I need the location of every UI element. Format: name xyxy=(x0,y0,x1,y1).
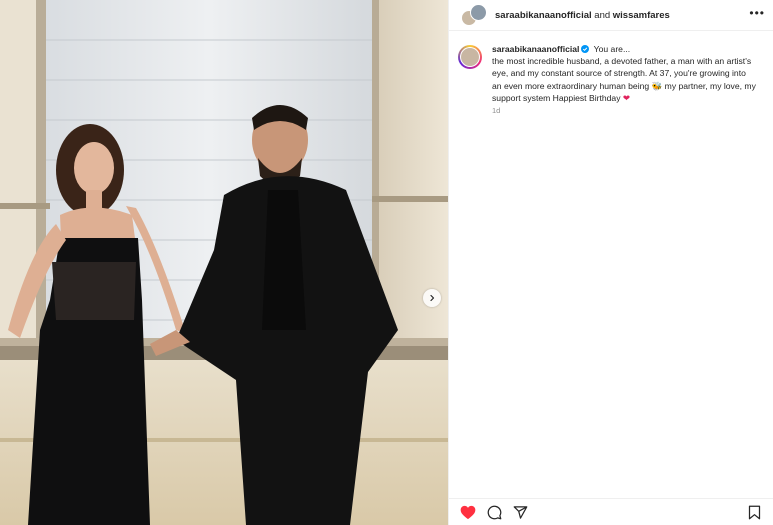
author-link[interactable]: wissamfares xyxy=(613,10,670,21)
collab-avatars[interactable] xyxy=(461,4,489,26)
share-icon xyxy=(513,505,527,519)
chevron-right-icon xyxy=(430,294,435,302)
post-authors: saraabikanaanofficial and wissamfares xyxy=(495,10,670,21)
avatar-ring-inner xyxy=(460,47,480,67)
authors-connector: and xyxy=(594,9,611,21)
verified-badge-icon xyxy=(581,45,590,53)
save-button[interactable] xyxy=(745,503,763,521)
caption-line-1: You are... xyxy=(593,44,631,54)
carousel-next-button[interactable] xyxy=(423,289,441,307)
caption-avatar[interactable] xyxy=(458,45,482,69)
heart-filled-icon xyxy=(460,505,476,519)
post-timestamp[interactable]: 1d xyxy=(492,106,756,115)
more-options-button[interactable]: ••• xyxy=(749,7,765,19)
share-button[interactable] xyxy=(511,503,529,521)
author-link[interactable]: saraabikanaanofficial xyxy=(495,10,592,21)
like-button[interactable] xyxy=(459,503,477,521)
post-side-panel: saraabikanaanofficial and wissamfares ••… xyxy=(448,0,773,525)
post-photo xyxy=(0,0,448,525)
bee-emoji: 🐝 xyxy=(651,80,663,91)
avatar xyxy=(461,48,479,66)
post-header: saraabikanaanofficial and wissamfares ••… xyxy=(449,0,773,31)
caption-content: saraabikanaanofficial You are... the mos… xyxy=(492,43,756,115)
post-media[interactable] xyxy=(0,0,448,525)
avatar[interactable] xyxy=(470,4,487,21)
heart-emoji: ❤ xyxy=(622,92,631,103)
caption-text: saraabikanaanofficial You are... the mos… xyxy=(492,43,756,104)
post-caption: saraabikanaanofficial You are... the mos… xyxy=(449,31,773,115)
comment-icon xyxy=(487,505,501,519)
caption-username[interactable]: saraabikanaanofficial xyxy=(492,44,579,54)
comment-button[interactable] xyxy=(485,503,503,521)
post-actions-bar xyxy=(449,498,773,525)
bookmark-icon xyxy=(748,505,760,519)
